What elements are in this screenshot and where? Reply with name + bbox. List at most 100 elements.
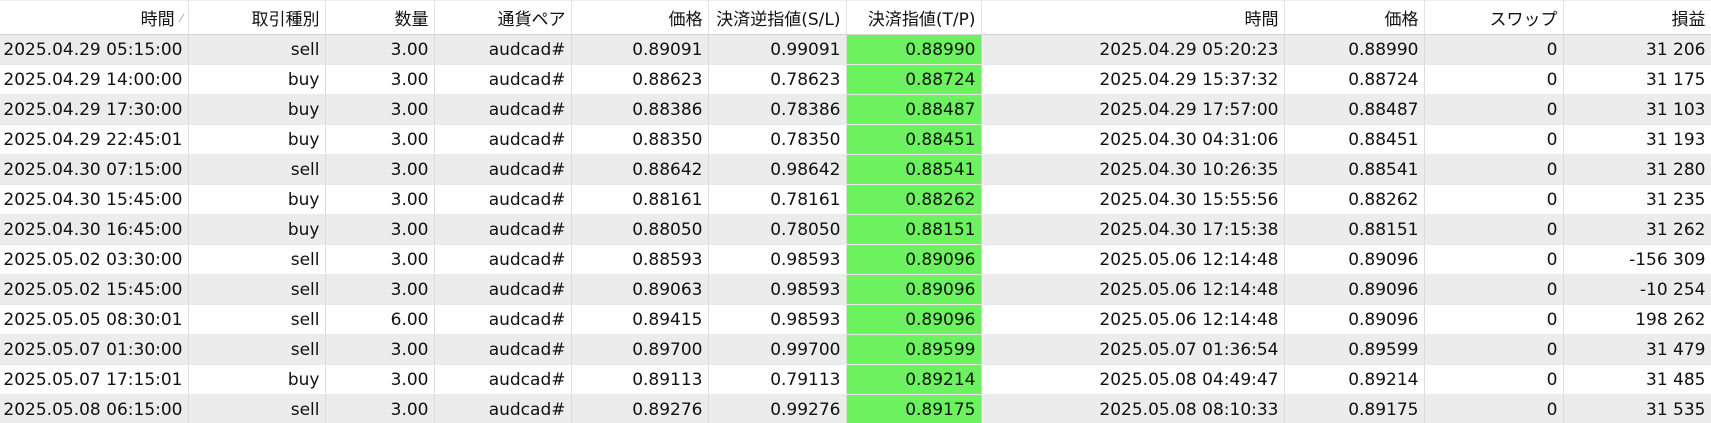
cell-swap: 0 — [1424, 154, 1564, 185]
cell-type: buy — [188, 124, 326, 155]
cell-swap: 0 — [1424, 244, 1564, 275]
cell-swap: 0 — [1424, 304, 1564, 335]
cell-time: 2025.05.08 06:15:00 — [0, 394, 189, 423]
cell-sl: 0.98593 — [708, 304, 847, 335]
cell-close-time: 2025.04.30 04:31:06 — [981, 124, 1285, 155]
column-header-tp[interactable]: 決済指値(T/P) — [846, 0, 982, 35]
cell-volume: 3.00 — [325, 124, 435, 155]
sort-indicator-icon: ⁄ — [180, 12, 183, 25]
cell-close-time: 2025.05.06 12:14:48 — [981, 244, 1285, 275]
cell-type: sell — [188, 34, 326, 65]
table-row[interactable]: 2025.04.30 07:15:00 sell 3.00 audcad# 0.8864… — [0, 154, 1711, 185]
column-header-tp-label: 決済指値(T/P) — [867, 10, 976, 30]
cell-profit: 198 262 — [1563, 304, 1711, 335]
cell-time: 2025.04.30 16:45:00 — [0, 214, 189, 245]
trade-history-table: 時間 ⁄ 取引種別 数量 通貨ペア 価格 決済逆指値(S/L) 決済指値(T/P)… — [0, 0, 1711, 423]
cell-price: 0.88350 — [571, 124, 709, 155]
column-header-sl[interactable]: 決済逆指値(S/L) — [708, 0, 847, 35]
cell-close-time: 2025.05.08 04:49:47 — [981, 364, 1285, 395]
cell-profit: 31 235 — [1563, 184, 1711, 215]
cell-price: 0.89091 — [571, 34, 709, 65]
cell-time: 2025.05.07 17:15:01 — [0, 364, 189, 395]
cell-time: 2025.04.30 15:45:00 — [0, 184, 189, 215]
cell-profit: -10 254 — [1563, 274, 1711, 305]
cell-swap: 0 — [1424, 394, 1564, 423]
cell-volume: 3.00 — [325, 244, 435, 275]
cell-swap: 0 — [1424, 64, 1564, 95]
table-row[interactable]: 2025.05.05 08:30:01 sell 6.00 audcad# 0.8941… — [0, 304, 1711, 335]
cell-time: 2025.04.29 05:15:00 — [0, 34, 189, 65]
cell-symbol: audcad# — [434, 124, 572, 155]
table-row[interactable]: 2025.04.29 05:15:00 sell 3.00 audcad# 0.8909… — [0, 34, 1711, 65]
cell-close-time: 2025.04.29 15:37:32 — [981, 64, 1285, 95]
cell-tp: 0.88262 — [846, 184, 982, 215]
table-row[interactable]: 2025.05.02 15:45:00 sell 3.00 audcad# 0.8906… — [0, 274, 1711, 305]
cell-sl: 0.99700 — [708, 334, 847, 365]
cell-profit: 31 103 — [1563, 94, 1711, 125]
cell-time: 2025.05.02 03:30:00 — [0, 244, 189, 275]
cell-profit: 31 485 — [1563, 364, 1711, 395]
cell-sl: 0.78386 — [708, 94, 847, 125]
cell-price: 0.89415 — [571, 304, 709, 335]
column-header-profit[interactable]: 損益 — [1563, 0, 1711, 35]
cell-close-price: 0.89096 — [1284, 274, 1425, 305]
column-header-price[interactable]: 価格 — [571, 0, 709, 35]
cell-volume: 3.00 — [325, 94, 435, 125]
cell-tp: 0.89175 — [846, 394, 982, 423]
cell-volume: 3.00 — [325, 214, 435, 245]
cell-sl: 0.78623 — [708, 64, 847, 95]
table-row[interactable]: 2025.05.02 03:30:00 sell 3.00 audcad# 0.8859… — [0, 244, 1711, 275]
cell-volume: 3.00 — [325, 64, 435, 95]
column-header-swap-label: スワップ — [1489, 10, 1558, 30]
cell-symbol: audcad# — [434, 64, 572, 95]
cell-close-price: 0.89599 — [1284, 334, 1425, 365]
cell-close-time: 2025.05.08 08:10:33 — [981, 394, 1285, 423]
column-header-time[interactable]: 時間 ⁄ — [0, 0, 189, 35]
cell-type: sell — [188, 304, 326, 335]
cell-price: 0.88593 — [571, 244, 709, 275]
cell-tp: 0.89096 — [846, 244, 982, 275]
cell-symbol: audcad# — [434, 184, 572, 215]
cell-time: 2025.04.30 07:15:00 — [0, 154, 189, 185]
table-row[interactable]: 2025.04.30 15:45:00 buy 3.00 audcad# 0.88161… — [0, 184, 1711, 215]
cell-close-time: 2025.05.06 12:14:48 — [981, 304, 1285, 335]
cell-profit: 31 535 — [1563, 394, 1711, 423]
cell-sl: 0.98642 — [708, 154, 847, 185]
table-row[interactable]: 2025.04.30 16:45:00 buy 3.00 audcad# 0.88050… — [0, 214, 1711, 245]
cell-price: 0.88623 — [571, 64, 709, 95]
column-header-close-price[interactable]: 価格 — [1284, 0, 1425, 35]
cell-symbol: audcad# — [434, 94, 572, 125]
cell-tp: 0.88990 — [846, 34, 982, 65]
table-row[interactable]: 2025.04.29 17:30:00 buy 3.00 audcad# 0.88386… — [0, 94, 1711, 125]
cell-tp: 0.89599 — [846, 334, 982, 365]
column-header-close-time[interactable]: 時間 — [981, 0, 1285, 35]
column-header-type[interactable]: 取引種別 — [188, 0, 326, 35]
column-header-swap[interactable]: スワップ — [1424, 0, 1564, 35]
table-row[interactable]: 2025.04.29 14:00:00 buy 3.00 audcad# 0.88623… — [0, 64, 1711, 95]
table-row[interactable]: 2025.05.07 17:15:01 buy 3.00 audcad# 0.89113… — [0, 364, 1711, 395]
cell-volume: 3.00 — [325, 334, 435, 365]
table-row[interactable]: 2025.04.29 22:45:01 buy 3.00 audcad# 0.88350… — [0, 124, 1711, 155]
cell-close-price: 0.88541 — [1284, 154, 1425, 185]
table-body: 2025.04.29 05:15:00 sell 3.00 audcad# 0.8909… — [0, 34, 1711, 423]
trade-history-table-container: 時間 ⁄ 取引種別 数量 通貨ペア 価格 決済逆指値(S/L) 決済指値(T/P)… — [0, 0, 1711, 423]
cell-sl: 0.98593 — [708, 274, 847, 305]
table-row[interactable]: 2025.05.07 01:30:00 sell 3.00 audcad# 0.8970… — [0, 334, 1711, 365]
table-row[interactable]: 2025.05.08 06:15:00 sell 3.00 audcad# 0.8927… — [0, 394, 1711, 423]
cell-close-price: 0.89175 — [1284, 394, 1425, 423]
cell-close-time: 2025.04.30 15:55:56 — [981, 184, 1285, 215]
cell-swap: 0 — [1424, 334, 1564, 365]
column-header-symbol[interactable]: 通貨ペア — [434, 0, 572, 35]
cell-close-time: 2025.04.30 17:15:38 — [981, 214, 1285, 245]
cell-time: 2025.04.29 17:30:00 — [0, 94, 189, 125]
column-header-volume[interactable]: 数量 — [325, 0, 435, 35]
table-header: 時間 ⁄ 取引種別 数量 通貨ペア 価格 決済逆指値(S/L) 決済指値(T/P)… — [0, 0, 1711, 35]
cell-volume: 6.00 — [325, 304, 435, 335]
column-header-type-label: 取引種別 — [251, 10, 320, 30]
cell-symbol: audcad# — [434, 244, 572, 275]
cell-swap: 0 — [1424, 34, 1564, 65]
cell-type: buy — [188, 94, 326, 125]
cell-close-time: 2025.04.30 10:26:35 — [981, 154, 1285, 185]
cell-close-price: 0.88990 — [1284, 34, 1425, 65]
cell-sl: 0.98593 — [708, 244, 847, 275]
